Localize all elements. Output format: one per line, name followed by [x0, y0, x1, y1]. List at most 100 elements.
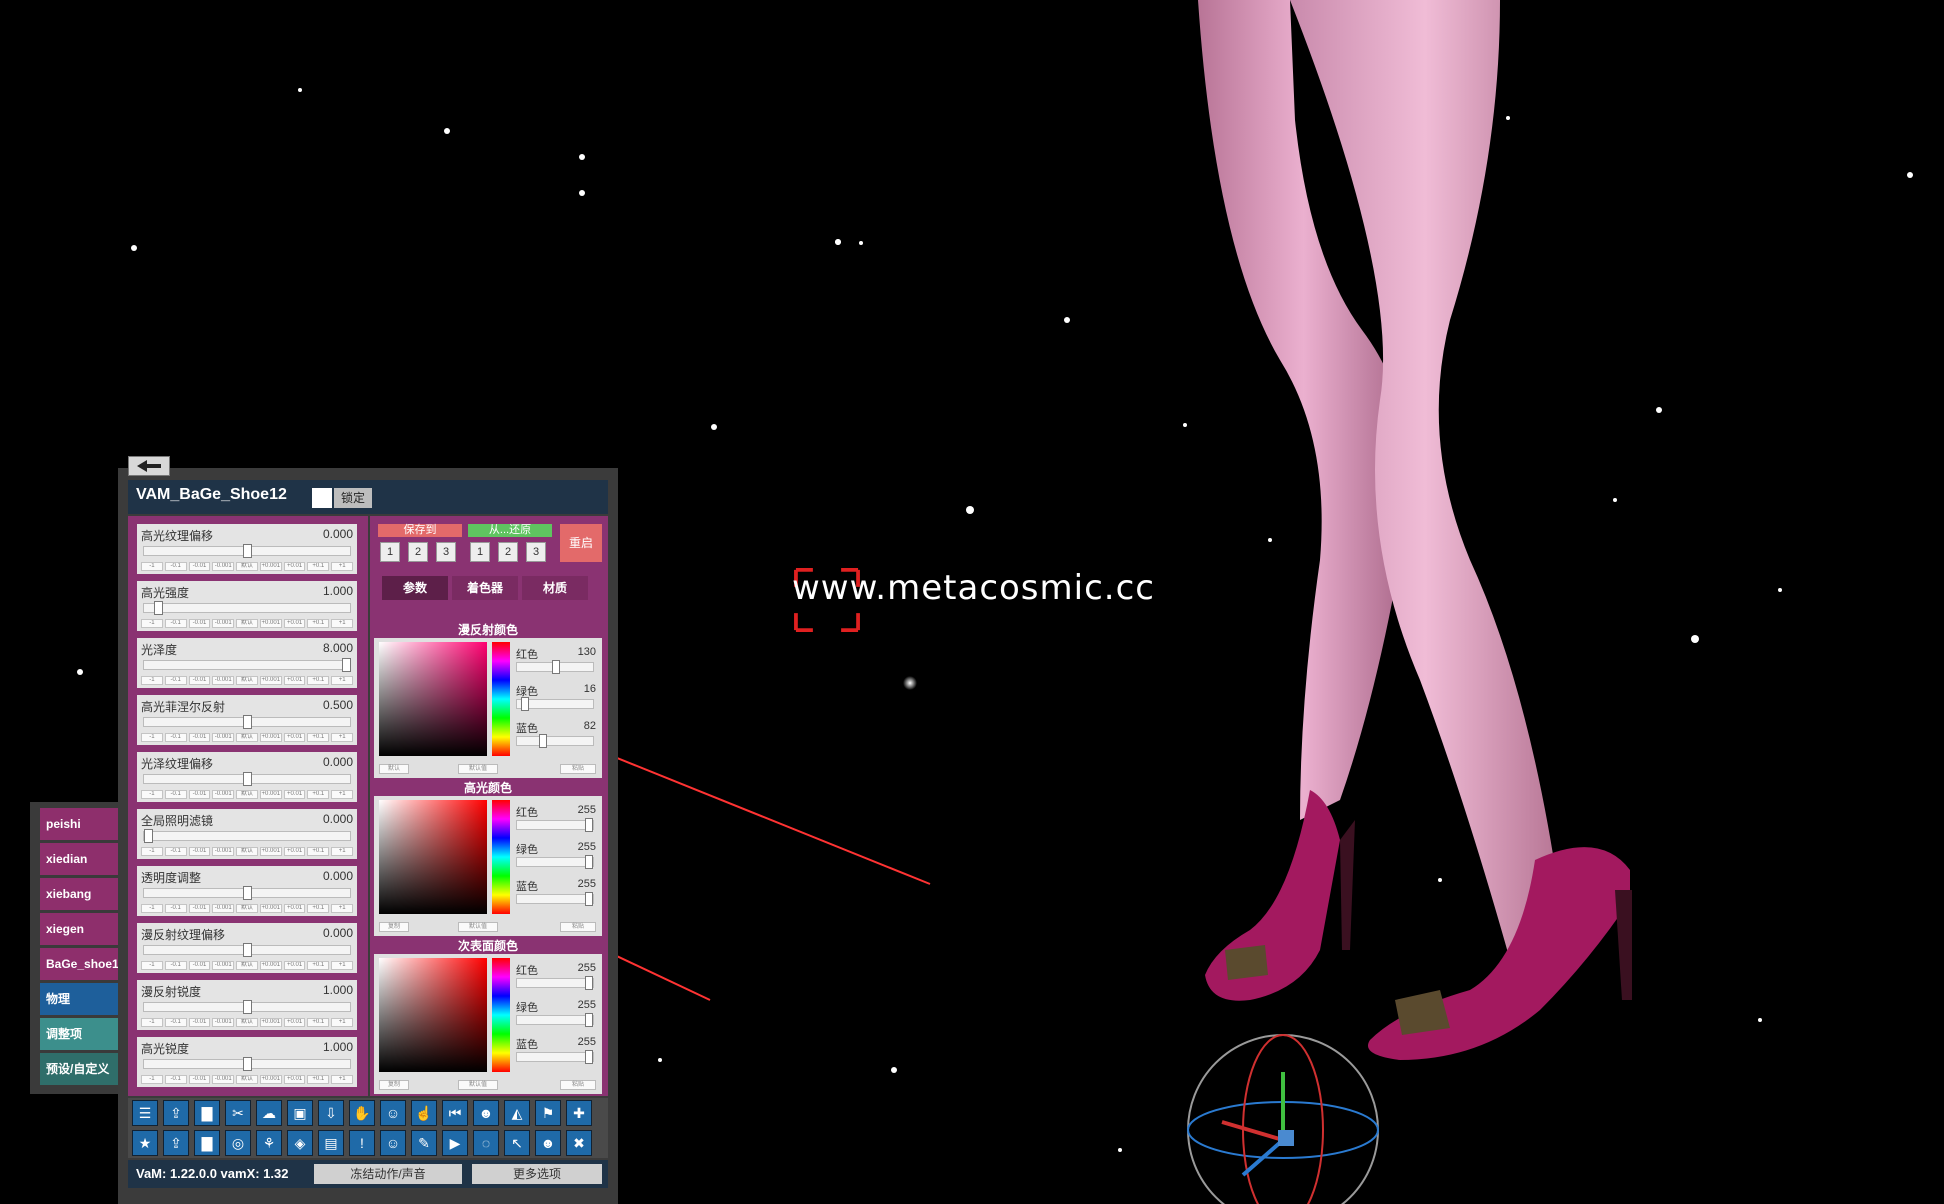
step-button[interactable]: +0.001 — [259, 904, 282, 913]
toolbar-icon-button[interactable]: ◎ — [225, 1130, 251, 1156]
step-button[interactable]: -0.01 — [188, 790, 211, 799]
hue-bar[interactable] — [492, 958, 510, 1072]
step-button[interactable]: -0.01 — [188, 619, 211, 628]
step-button[interactable]: -0.01 — [188, 562, 211, 571]
step-button[interactable]: +0.01 — [283, 1075, 306, 1084]
step-button[interactable]: +0.01 — [283, 847, 306, 856]
slider-track[interactable] — [143, 1057, 351, 1071]
step-button[interactable]: 默认 — [236, 676, 258, 685]
step-button[interactable]: +0.1 — [307, 619, 330, 628]
step-button[interactable]: -0.01 — [188, 676, 211, 685]
picker-button[interactable]: 默认 — [379, 764, 409, 774]
step-button[interactable]: -0.1 — [164, 562, 187, 571]
step-button[interactable]: +0.001 — [259, 676, 282, 685]
slider-handle[interactable] — [585, 892, 593, 906]
step-button[interactable]: +0.01 — [283, 1018, 306, 1027]
step-button[interactable]: -0.001 — [212, 847, 235, 856]
step-button[interactable]: -0.01 — [188, 733, 211, 742]
slider-handle[interactable] — [585, 976, 593, 990]
picker-button[interactable]: 复制 — [379, 1080, 409, 1090]
step-button[interactable]: -1 — [141, 676, 163, 685]
toolbar-icon-button[interactable]: ▤ — [318, 1130, 344, 1156]
step-button[interactable]: +1 — [331, 790, 354, 799]
slider-track[interactable] — [143, 886, 351, 900]
picker-button[interactable]: 粘贴 — [560, 922, 596, 932]
step-button[interactable]: +1 — [331, 1018, 354, 1027]
step-button[interactable]: -1 — [141, 961, 163, 970]
slider-track[interactable] — [143, 829, 351, 843]
picker-button[interactable]: 默认值 — [458, 764, 498, 774]
picker-button[interactable]: 复制 — [379, 922, 409, 932]
slider-track[interactable] — [143, 772, 351, 786]
side-tab-6[interactable]: 调整项 — [40, 1018, 126, 1050]
step-button[interactable]: 默认 — [236, 733, 258, 742]
slider-track[interactable] — [143, 658, 351, 672]
reset-button[interactable]: 重启 — [560, 524, 602, 562]
step-button[interactable]: -0.01 — [188, 904, 211, 913]
tab-material[interactable]: 材质 — [522, 576, 588, 600]
step-button[interactable]: -0.1 — [164, 1018, 187, 1027]
step-button[interactable]: +0.001 — [259, 790, 282, 799]
side-tab-1[interactable]: xiedian — [40, 843, 126, 875]
step-button[interactable]: 默认 — [236, 619, 258, 628]
slider-handle[interactable] — [521, 697, 529, 711]
toolbar-icon-button[interactable]: ◈ — [287, 1130, 313, 1156]
restore-slot-2-button[interactable]: 2 — [498, 542, 518, 562]
picker-button[interactable]: 粘贴 — [560, 1080, 596, 1090]
step-button[interactable]: -1 — [141, 733, 163, 742]
step-button[interactable]: +0.01 — [283, 562, 306, 571]
slider-handle[interactable] — [585, 1050, 593, 1064]
restore-slot-1-button[interactable]: 1 — [470, 542, 490, 562]
step-button[interactable]: +0.001 — [259, 619, 282, 628]
toolbar-icon-button[interactable]: ☻ — [535, 1130, 561, 1156]
slider-handle[interactable] — [243, 772, 252, 786]
step-button[interactable]: -0.1 — [164, 961, 187, 970]
rgb-blue-slider[interactable] — [516, 734, 594, 748]
side-tab-2[interactable]: xiebang — [40, 878, 126, 910]
step-button[interactable]: +1 — [331, 847, 354, 856]
side-tab-0[interactable]: peishi — [40, 808, 126, 840]
toolbar-icon-button[interactable]: ✚ — [566, 1100, 592, 1126]
back-button[interactable] — [128, 456, 170, 476]
step-button[interactable]: +0.001 — [259, 1018, 282, 1027]
slider-handle[interactable] — [539, 734, 547, 748]
step-button[interactable]: +1 — [331, 904, 354, 913]
hue-bar[interactable] — [492, 642, 510, 756]
step-button[interactable]: -0.1 — [164, 904, 187, 913]
step-button[interactable]: 默认 — [236, 1018, 258, 1027]
step-button[interactable]: 默认 — [236, 904, 258, 913]
side-tab-4[interactable]: BaGe_shoe12 — [40, 948, 126, 980]
slider-handle[interactable] — [243, 886, 252, 900]
toolbar-icon-button[interactable]: ☺ — [380, 1100, 406, 1126]
step-button[interactable]: -0.001 — [212, 961, 235, 970]
step-button[interactable]: 默认 — [236, 562, 258, 571]
step-button[interactable]: -0.001 — [212, 1018, 235, 1027]
rgb-green-slider[interactable] — [516, 697, 594, 711]
rgb-red-slider[interactable] — [516, 976, 594, 990]
toolbar-icon-button[interactable]: ▶ — [442, 1130, 468, 1156]
step-button[interactable]: +0.1 — [307, 961, 330, 970]
toolbar-icon-button[interactable]: ☺ — [380, 1130, 406, 1156]
step-button[interactable]: -1 — [141, 1075, 163, 1084]
slider-handle[interactable] — [243, 715, 252, 729]
toolbar-icon-button[interactable]: ★ — [132, 1130, 158, 1156]
side-tab-3[interactable]: xiegen — [40, 913, 126, 945]
saturation-value-area[interactable] — [379, 958, 487, 1072]
toolbar-icon-button[interactable]: ! — [349, 1130, 375, 1156]
step-button[interactable]: -0.001 — [212, 676, 235, 685]
slider-track[interactable] — [143, 601, 351, 615]
toolbar-icon-button[interactable]: ☰ — [132, 1100, 158, 1126]
slider-track[interactable] — [143, 1000, 351, 1014]
step-button[interactable]: -0.1 — [164, 619, 187, 628]
save-slot-2-button[interactable]: 2 — [408, 542, 428, 562]
step-button[interactable]: -0.001 — [212, 562, 235, 571]
picker-button[interactable]: 默认值 — [458, 1080, 498, 1090]
step-button[interactable]: +0.1 — [307, 676, 330, 685]
step-button[interactable]: -0.1 — [164, 790, 187, 799]
slider-handle[interactable] — [243, 544, 252, 558]
slider-handle[interactable] — [585, 1013, 593, 1027]
toolbar-icon-button[interactable]: ✎ — [411, 1130, 437, 1156]
step-button[interactable]: +1 — [331, 733, 354, 742]
step-button[interactable]: +1 — [331, 961, 354, 970]
step-button[interactable]: -0.001 — [212, 904, 235, 913]
